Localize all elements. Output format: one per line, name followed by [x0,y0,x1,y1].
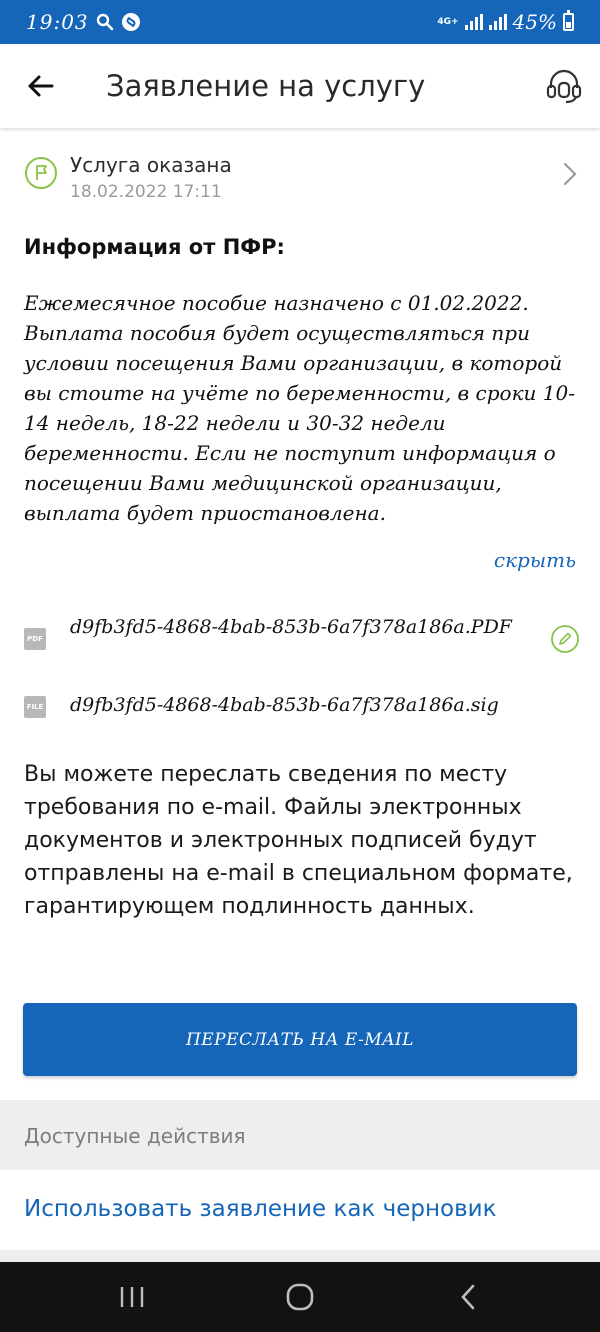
status-indicators: 4G+ 45% [437,10,574,34]
file-icon: FILE [24,696,46,718]
actions-label: Доступные действия [24,1124,246,1148]
search-icon [95,12,115,32]
status-time: 19:03 [26,10,89,34]
recent-apps-button[interactable] [112,1282,152,1312]
actions-section: Доступные действия [0,1100,600,1170]
headset-icon [546,69,582,104]
pdf-file-icon: PDF [24,628,46,650]
back-button[interactable] [0,44,80,128]
section-divider [0,1250,600,1262]
back-nav-button[interactable] [448,1282,488,1312]
chevron-right-icon [563,162,577,186]
use-as-draft-link[interactable]: Использовать заявление как черновик [24,1196,496,1222]
home-button[interactable] [280,1282,320,1312]
signal-icon [464,14,483,30]
file-name: d9fb3fd5-4868-4bab-853b-6a7f378a186a.sig [70,694,499,716]
back-chevron-icon [461,1284,475,1310]
forward-email-button[interactable]: ПЕРЕСЛАТЬ НА E-MAIL [23,1003,577,1076]
file-item-pdf[interactable]: PDF d9fb3fd5-4868-4bab-853b-6a7f378a186a… [24,612,580,672]
page-title: Заявление на услугу [106,69,426,103]
pen-icon[interactable] [550,624,580,654]
status-title: Услуга оказана [70,153,232,177]
status-bar: 19:03 4G+ 45% [0,0,600,44]
app-bar: Заявление на услугу [0,44,600,128]
flag-icon [25,157,57,189]
signal-icon-2 [488,14,507,30]
battery-icon [563,10,574,31]
info-heading: Информация от ПФР: [24,235,285,259]
system-nav-bar [0,1262,600,1332]
file-name: d9fb3fd5-4868-4bab-853b-6a7f378a186a.PDF [70,616,512,638]
hide-link[interactable]: скрыть [494,548,576,572]
network-type: 4G+ [437,16,459,27]
file-item-sig[interactable]: FILE d9fb3fd5-4868-4bab-853b-6a7f378a186… [24,692,580,724]
forward-description: Вы можете переслать сведения по месту тр… [24,762,573,919]
arrow-left-icon [28,75,54,97]
recent-apps-icon [120,1287,144,1307]
battery-percent: 45% [512,10,557,34]
support-button[interactable] [544,66,584,106]
service-status-row[interactable]: Услуга оказана 18.02.2022 17:11 [0,150,600,202]
home-icon [286,1283,314,1311]
info-text: Ежемесячное пособие назначено с 01.02.20… [24,291,575,525]
status-date: 18.02.2022 17:11 [70,182,222,202]
shazam-icon [121,12,141,32]
